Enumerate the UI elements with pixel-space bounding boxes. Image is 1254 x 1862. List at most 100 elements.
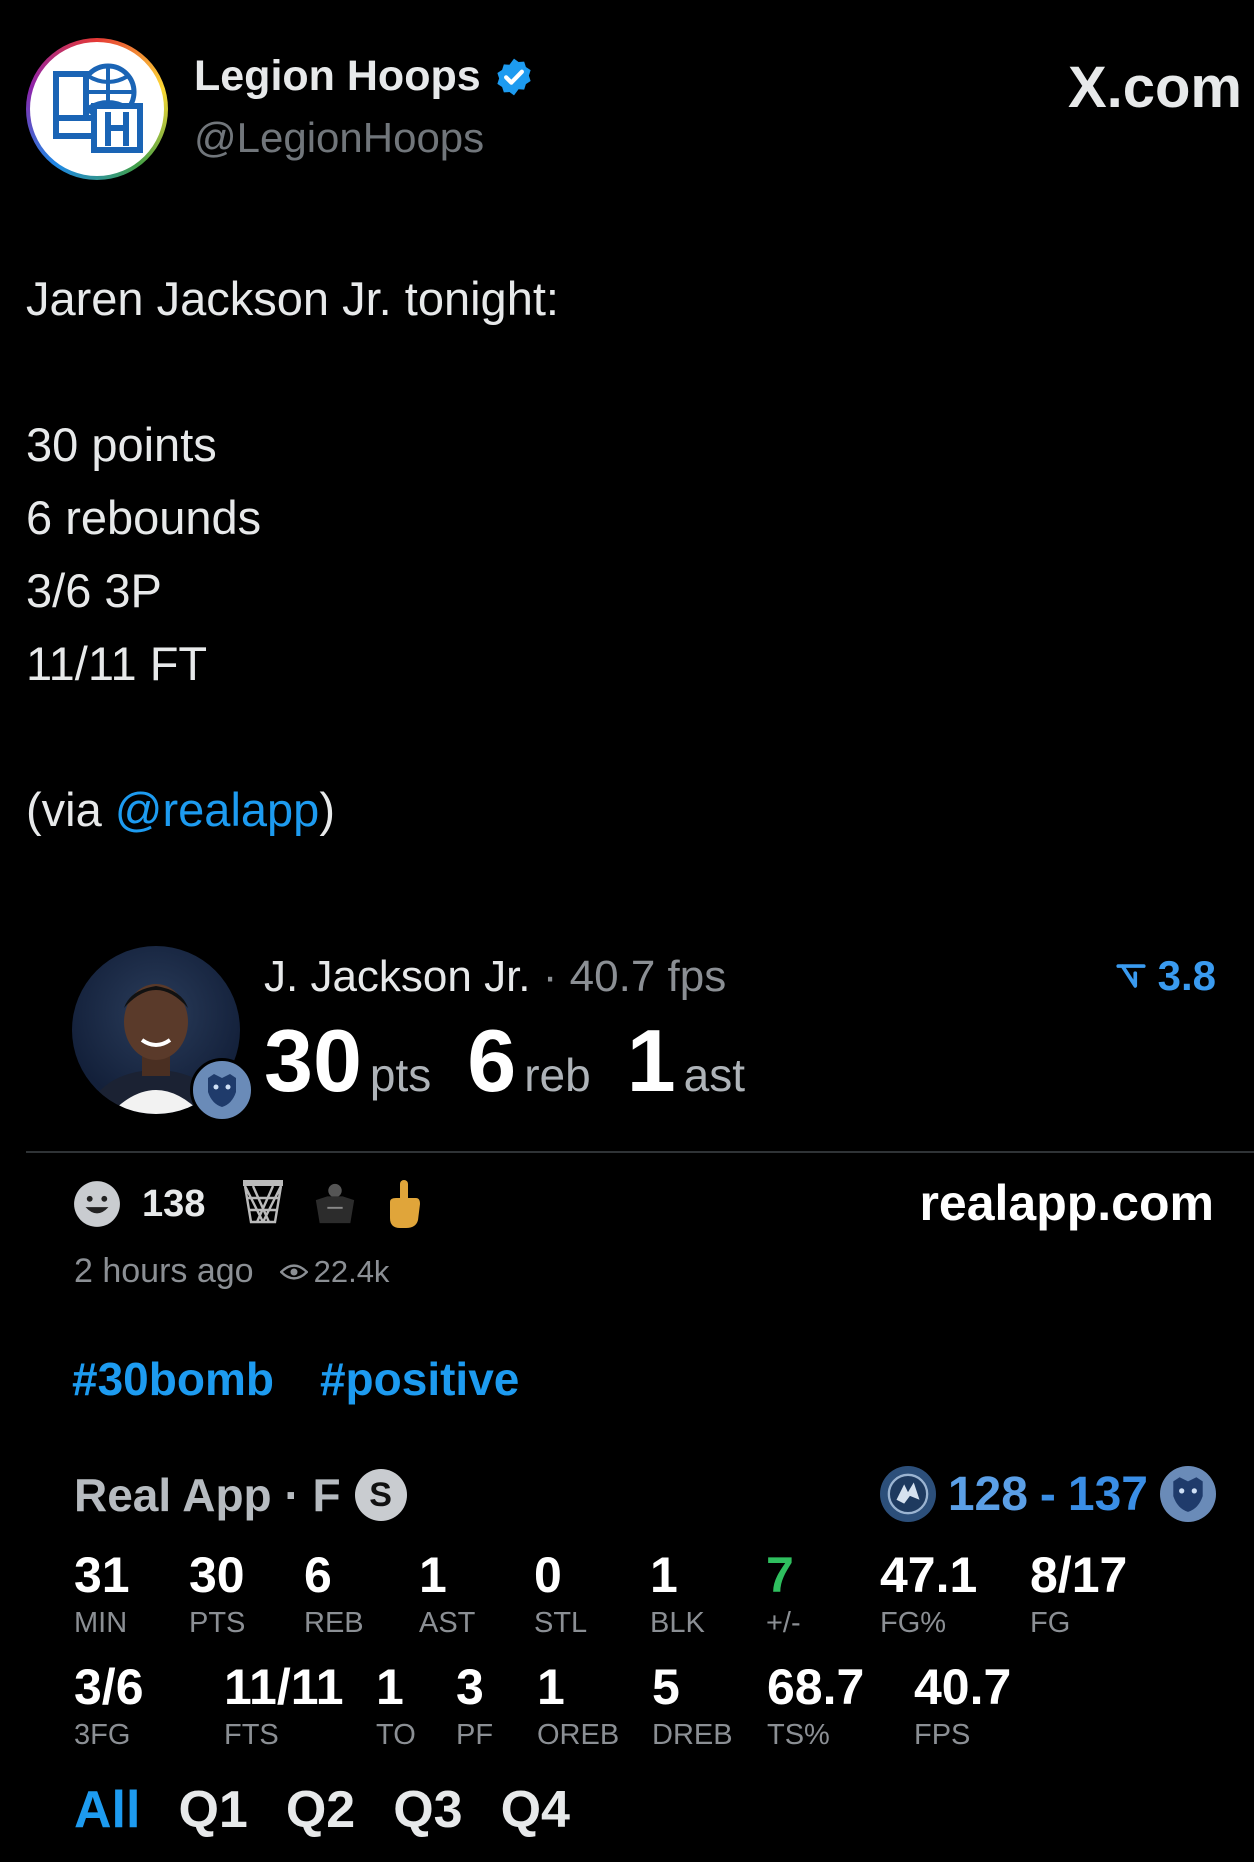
stat-label: FTS <box>224 1719 279 1751</box>
tab-q3[interactable]: Q3 <box>393 1780 462 1840</box>
time-ago: 2 hours ago <box>74 1252 254 1290</box>
source-badge: S <box>354 1469 407 1521</box>
grizzlies-logo-icon <box>1173 1477 1203 1512</box>
reaction-row[interactable]: 138 <box>72 1178 425 1230</box>
stat-min: 31 MIN <box>74 1548 130 1640</box>
stat-blk: 1 BLK <box>650 1548 705 1640</box>
tab-q4[interactable]: Q4 <box>501 1780 570 1840</box>
stat-plus-minus: 7 +/- <box>766 1548 801 1640</box>
stat-value: 8/17 <box>1030 1547 1128 1603</box>
grizzlies-logo <box>1160 1466 1216 1522</box>
via-prefix: (via <box>26 783 115 836</box>
stat-label: OREB <box>537 1719 620 1751</box>
stat-label: 3FG <box>74 1719 131 1751</box>
stat-dreb: 5 DREB <box>652 1660 733 1752</box>
tweet-line <box>26 700 559 773</box>
tweet-via-line: (via @realapp) <box>26 773 559 846</box>
stat-to: 1 TO <box>376 1660 416 1752</box>
headline-stats: 30 pts 6 reb 1 ast <box>264 1010 781 1112</box>
hashtag-link[interactable]: #30bomb <box>72 1352 274 1406</box>
player-jersey-icon <box>316 1183 355 1224</box>
stat-value: 0 <box>534 1547 562 1603</box>
stat-value: 3/6 <box>74 1659 144 1715</box>
stat-value: 1 <box>537 1659 565 1715</box>
stat-value: 40.7 <box>914 1659 1012 1715</box>
tweet-line: 6 rebounds <box>26 491 262 544</box>
display-name[interactable]: Legion Hoops <box>194 52 535 101</box>
headline-unit: pts <box>369 1049 432 1101</box>
stat-fg: 8/17 FG <box>1030 1548 1127 1640</box>
score-away: 128 <box>947 1467 1028 1521</box>
stat-value: 11/11 <box>224 1659 344 1715</box>
stat-label: FG% <box>880 1607 947 1639</box>
headline-unit: ast <box>683 1049 746 1101</box>
tweet-line <box>26 335 559 408</box>
trend-value: 3.8 <box>1157 952 1216 999</box>
stat-fps: 40.7 FPS <box>914 1660 1011 1752</box>
grizzlies-team-badge <box>190 1058 254 1122</box>
realapp-link[interactable]: realapp.com <box>919 1174 1214 1232</box>
trend-down-icon <box>1116 964 1146 988</box>
card-meta: 2 hours ago 22.4k <box>74 1252 389 1291</box>
stat-value: 1 <box>419 1547 447 1603</box>
reaction-count: 138 <box>142 1182 206 1225</box>
tweet-line: 3/6 3P <box>26 564 162 617</box>
account-handle[interactable]: @LegionHoops <box>194 114 484 162</box>
finger-hand-icon <box>390 1180 421 1228</box>
headline-value: 30 <box>264 1011 362 1110</box>
stat-value: 31 <box>74 1547 130 1603</box>
stat-value: 7 <box>766 1547 794 1603</box>
tab-q1[interactable]: Q1 <box>178 1780 247 1840</box>
stat-value: 1 <box>376 1659 404 1715</box>
stat-label: FG <box>1030 1607 1071 1639</box>
view-count: 22.4k <box>279 1253 390 1290</box>
tweet-line: 11/11 FT <box>26 637 208 690</box>
stat-value: 6 <box>304 1547 332 1603</box>
stat-value: 5 <box>652 1659 680 1715</box>
grin-face-icon <box>74 1181 120 1227</box>
stat-label: AST <box>419 1607 476 1639</box>
card-player-line[interactable]: J. Jackson Jr. · 40.7 fps <box>264 952 726 1002</box>
verified-badge-icon <box>497 58 531 95</box>
display-name-text: Legion Hoops <box>194 52 481 100</box>
stat-label: PF <box>456 1719 494 1751</box>
eye-icon <box>279 1263 308 1280</box>
account-avatar[interactable] <box>26 38 168 180</box>
grizzlies-logo-icon <box>208 1074 236 1107</box>
tweet-line: 30 points <box>26 418 217 471</box>
stat-oreb: 1 OREB <box>537 1660 619 1752</box>
stat-label: BLK <box>650 1607 705 1639</box>
tweet-line: Jaren Jackson Jr. tonight: <box>26 272 559 325</box>
realapp-mention-link[interactable]: @realapp <box>115 783 320 836</box>
stat-pf: 3 PF <box>456 1660 493 1752</box>
stat-value: 3 <box>456 1659 484 1715</box>
score-separator: - <box>1039 1467 1056 1521</box>
tab-all[interactable]: All <box>74 1780 140 1840</box>
timberwolves-logo <box>879 1466 936 1522</box>
stat-label: STL <box>534 1607 588 1639</box>
tab-q2[interactable]: Q2 <box>286 1780 355 1840</box>
hashtag-row: #30bomb #positive <box>72 1352 519 1406</box>
source-row: Real App · F S <box>74 1468 407 1522</box>
stat-label: +/- <box>766 1607 801 1639</box>
legion-hoops-logo-icon <box>53 63 143 153</box>
stat-ts-pct: 68.7 TS% <box>767 1660 864 1752</box>
stat-pts: 30 PTS <box>189 1548 245 1640</box>
timberwolves-logo-icon <box>887 1473 929 1515</box>
fps-trend: 3.8 <box>1114 952 1216 1000</box>
card-divider <box>26 1151 1254 1153</box>
headline-unit: reb <box>524 1049 591 1101</box>
stat-reb: 6 REB <box>304 1548 364 1640</box>
player-fps: · 40.7 fps <box>542 952 727 1001</box>
headline-value: 6 <box>467 1011 517 1110</box>
stat-value: 30 <box>189 1547 245 1603</box>
view-count-value: 22.4k <box>313 1253 390 1289</box>
hashtag-link[interactable]: #positive <box>320 1352 519 1406</box>
game-score[interactable]: 128-137 <box>879 1466 1216 1522</box>
x-com-brand: X.com <box>1067 55 1242 120</box>
stat-label: REB <box>304 1607 364 1639</box>
stat-fg-pct: 47.1 FG% <box>880 1548 977 1640</box>
tweet-body: Jaren Jackson Jr. tonight: 30 points 6 r… <box>26 262 559 846</box>
stat-value: 1 <box>650 1547 678 1603</box>
stat-label: MIN <box>74 1607 128 1639</box>
